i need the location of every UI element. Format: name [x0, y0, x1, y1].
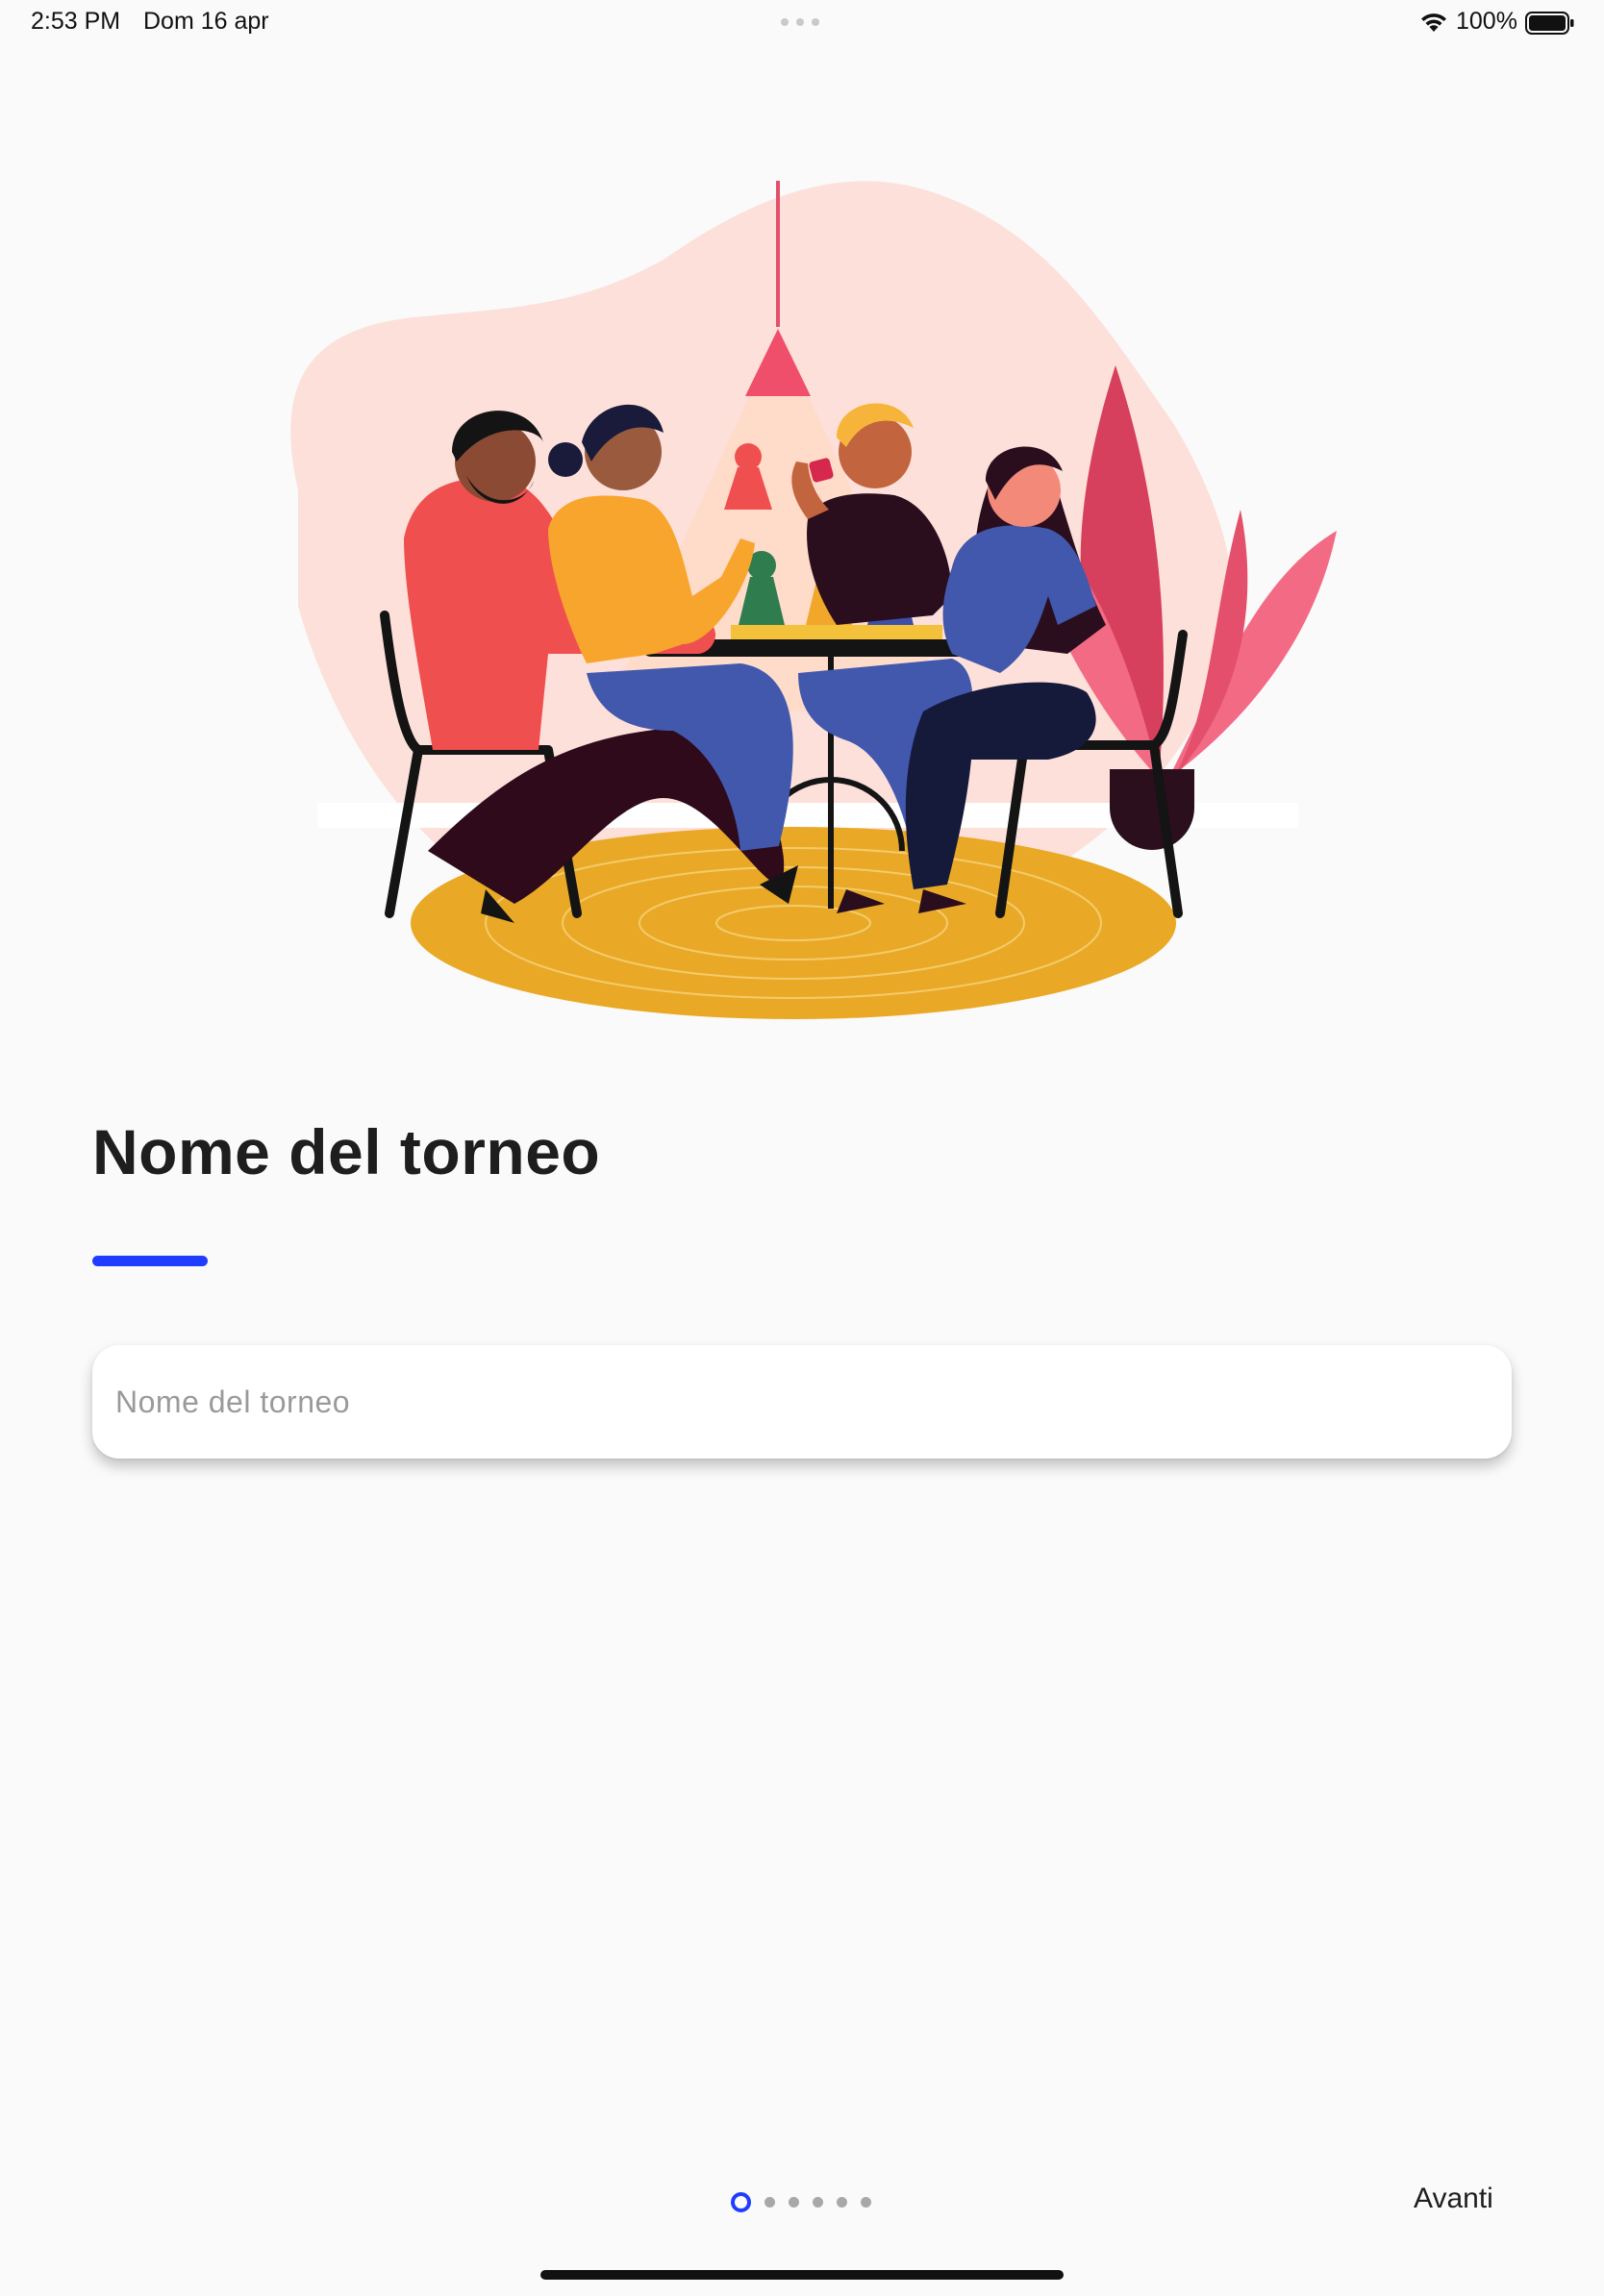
page-dot[interactable]: [731, 2192, 751, 2212]
screen: 2:53 PM Dom 16 apr 100% Nome del torneo …: [0, 0, 1604, 2296]
page-title: Nome del torneo: [92, 1116, 601, 1187]
title-accent-bar: [92, 1256, 208, 1266]
game-board: [731, 625, 942, 639]
page-dot[interactable]: [789, 2197, 799, 2208]
next-button[interactable]: Avanti: [1404, 2179, 1503, 2219]
page-dot[interactable]: [861, 2197, 871, 2208]
page-dot[interactable]: [813, 2197, 823, 2208]
plant-pot: [1110, 769, 1194, 850]
board-game-illustration: [290, 181, 1337, 1019]
battery-percentage: 100%: [1456, 8, 1517, 35]
tournament-name-input[interactable]: [92, 1345, 1512, 1459]
multitasking-dots-icon[interactable]: [781, 18, 819, 26]
tournament-name-card: [92, 1345, 1512, 1459]
status-bar: 2:53 PM Dom 16 apr 100%: [0, 0, 1604, 46]
wifi-icon: [1421, 13, 1446, 32]
home-indicator[interactable]: [540, 2270, 1064, 2280]
status-time: 2:53 PM: [31, 8, 121, 35]
page-indicator: [731, 2192, 871, 2212]
page-dot[interactable]: [764, 2197, 775, 2208]
status-date: Dom 16 apr: [143, 8, 269, 35]
page-dot[interactable]: [837, 2197, 847, 2208]
battery-icon: [1525, 12, 1574, 35]
